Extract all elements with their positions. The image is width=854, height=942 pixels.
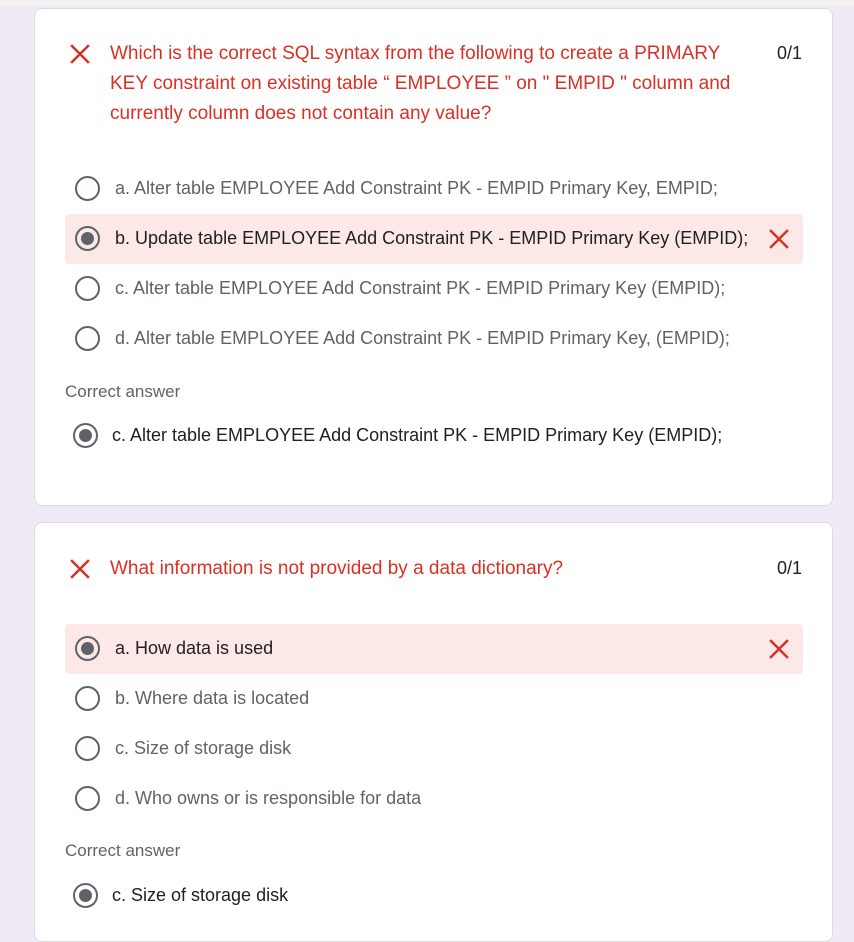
radio-button-icon[interactable] xyxy=(75,176,100,201)
correct-answer-option: c. Size of storage disk xyxy=(65,879,765,919)
radio-button-icon xyxy=(73,423,98,448)
top-divider xyxy=(0,0,854,6)
option-b[interactable]: b. Where data is located xyxy=(65,674,803,724)
radio-button-icon[interactable] xyxy=(75,786,100,811)
score: 0/1 xyxy=(776,43,802,63)
radio-button-icon[interactable] xyxy=(75,326,100,351)
option-label: d. Alter table EMPLOYEE Add Constraint P… xyxy=(115,328,730,348)
radio-button-icon[interactable] xyxy=(75,276,100,301)
incorrect-close-icon xyxy=(769,229,789,249)
option-a[interactable]: a. How data is used xyxy=(65,624,803,674)
option-d[interactable]: d. Alter table EMPLOYEE Add Constraint P… xyxy=(65,314,803,364)
incorrect-close-icon xyxy=(70,44,90,64)
option-label: b. Update table EMPLOYEE Add Constraint … xyxy=(115,228,749,248)
question-text: What information is not provided by a da… xyxy=(110,558,564,579)
correct-answer-title: Correct answer xyxy=(65,841,181,860)
radio-button-icon[interactable] xyxy=(75,226,100,251)
question-text: Which is the correct SQL syntax from the… xyxy=(110,43,731,124)
score: 0/1 xyxy=(776,558,802,578)
option-b[interactable]: b. Update table EMPLOYEE Add Constraint … xyxy=(65,214,803,264)
question-card-2: What information is not provided by a da… xyxy=(34,522,833,942)
correct-answer-label: c. Alter table EMPLOYEE Add Constraint P… xyxy=(112,425,723,445)
option-label: c. Alter table EMPLOYEE Add Constraint P… xyxy=(115,278,726,298)
radio-button-icon[interactable] xyxy=(75,736,100,761)
option-label: a. Alter table EMPLOYEE Add Constraint P… xyxy=(115,178,718,198)
option-label: c. Size of storage disk xyxy=(115,738,292,758)
question-card-1: Which is the correct SQL syntax from the… xyxy=(34,8,833,506)
radio-button-icon[interactable] xyxy=(75,636,100,661)
option-d[interactable]: d. Who owns or is responsible for data xyxy=(65,774,803,824)
radio-button-icon xyxy=(73,883,98,908)
option-label: a. How data is used xyxy=(115,638,274,658)
option-label: d. Who owns or is responsible for data xyxy=(115,788,422,808)
correct-answer-label: c. Size of storage disk xyxy=(112,885,289,905)
radio-button-icon[interactable] xyxy=(75,686,100,711)
incorrect-close-icon xyxy=(70,559,90,579)
option-label: b. Where data is located xyxy=(115,688,310,708)
option-c[interactable]: c. Alter table EMPLOYEE Add Constraint P… xyxy=(65,264,803,314)
option-a[interactable]: a. Alter table EMPLOYEE Add Constraint P… xyxy=(65,164,803,214)
correct-answer-title: Correct answer xyxy=(65,382,181,401)
incorrect-close-icon xyxy=(769,639,789,659)
correct-answer-option: c. Alter table EMPLOYEE Add Constraint P… xyxy=(65,419,765,459)
option-c[interactable]: c. Size of storage disk xyxy=(65,724,803,774)
